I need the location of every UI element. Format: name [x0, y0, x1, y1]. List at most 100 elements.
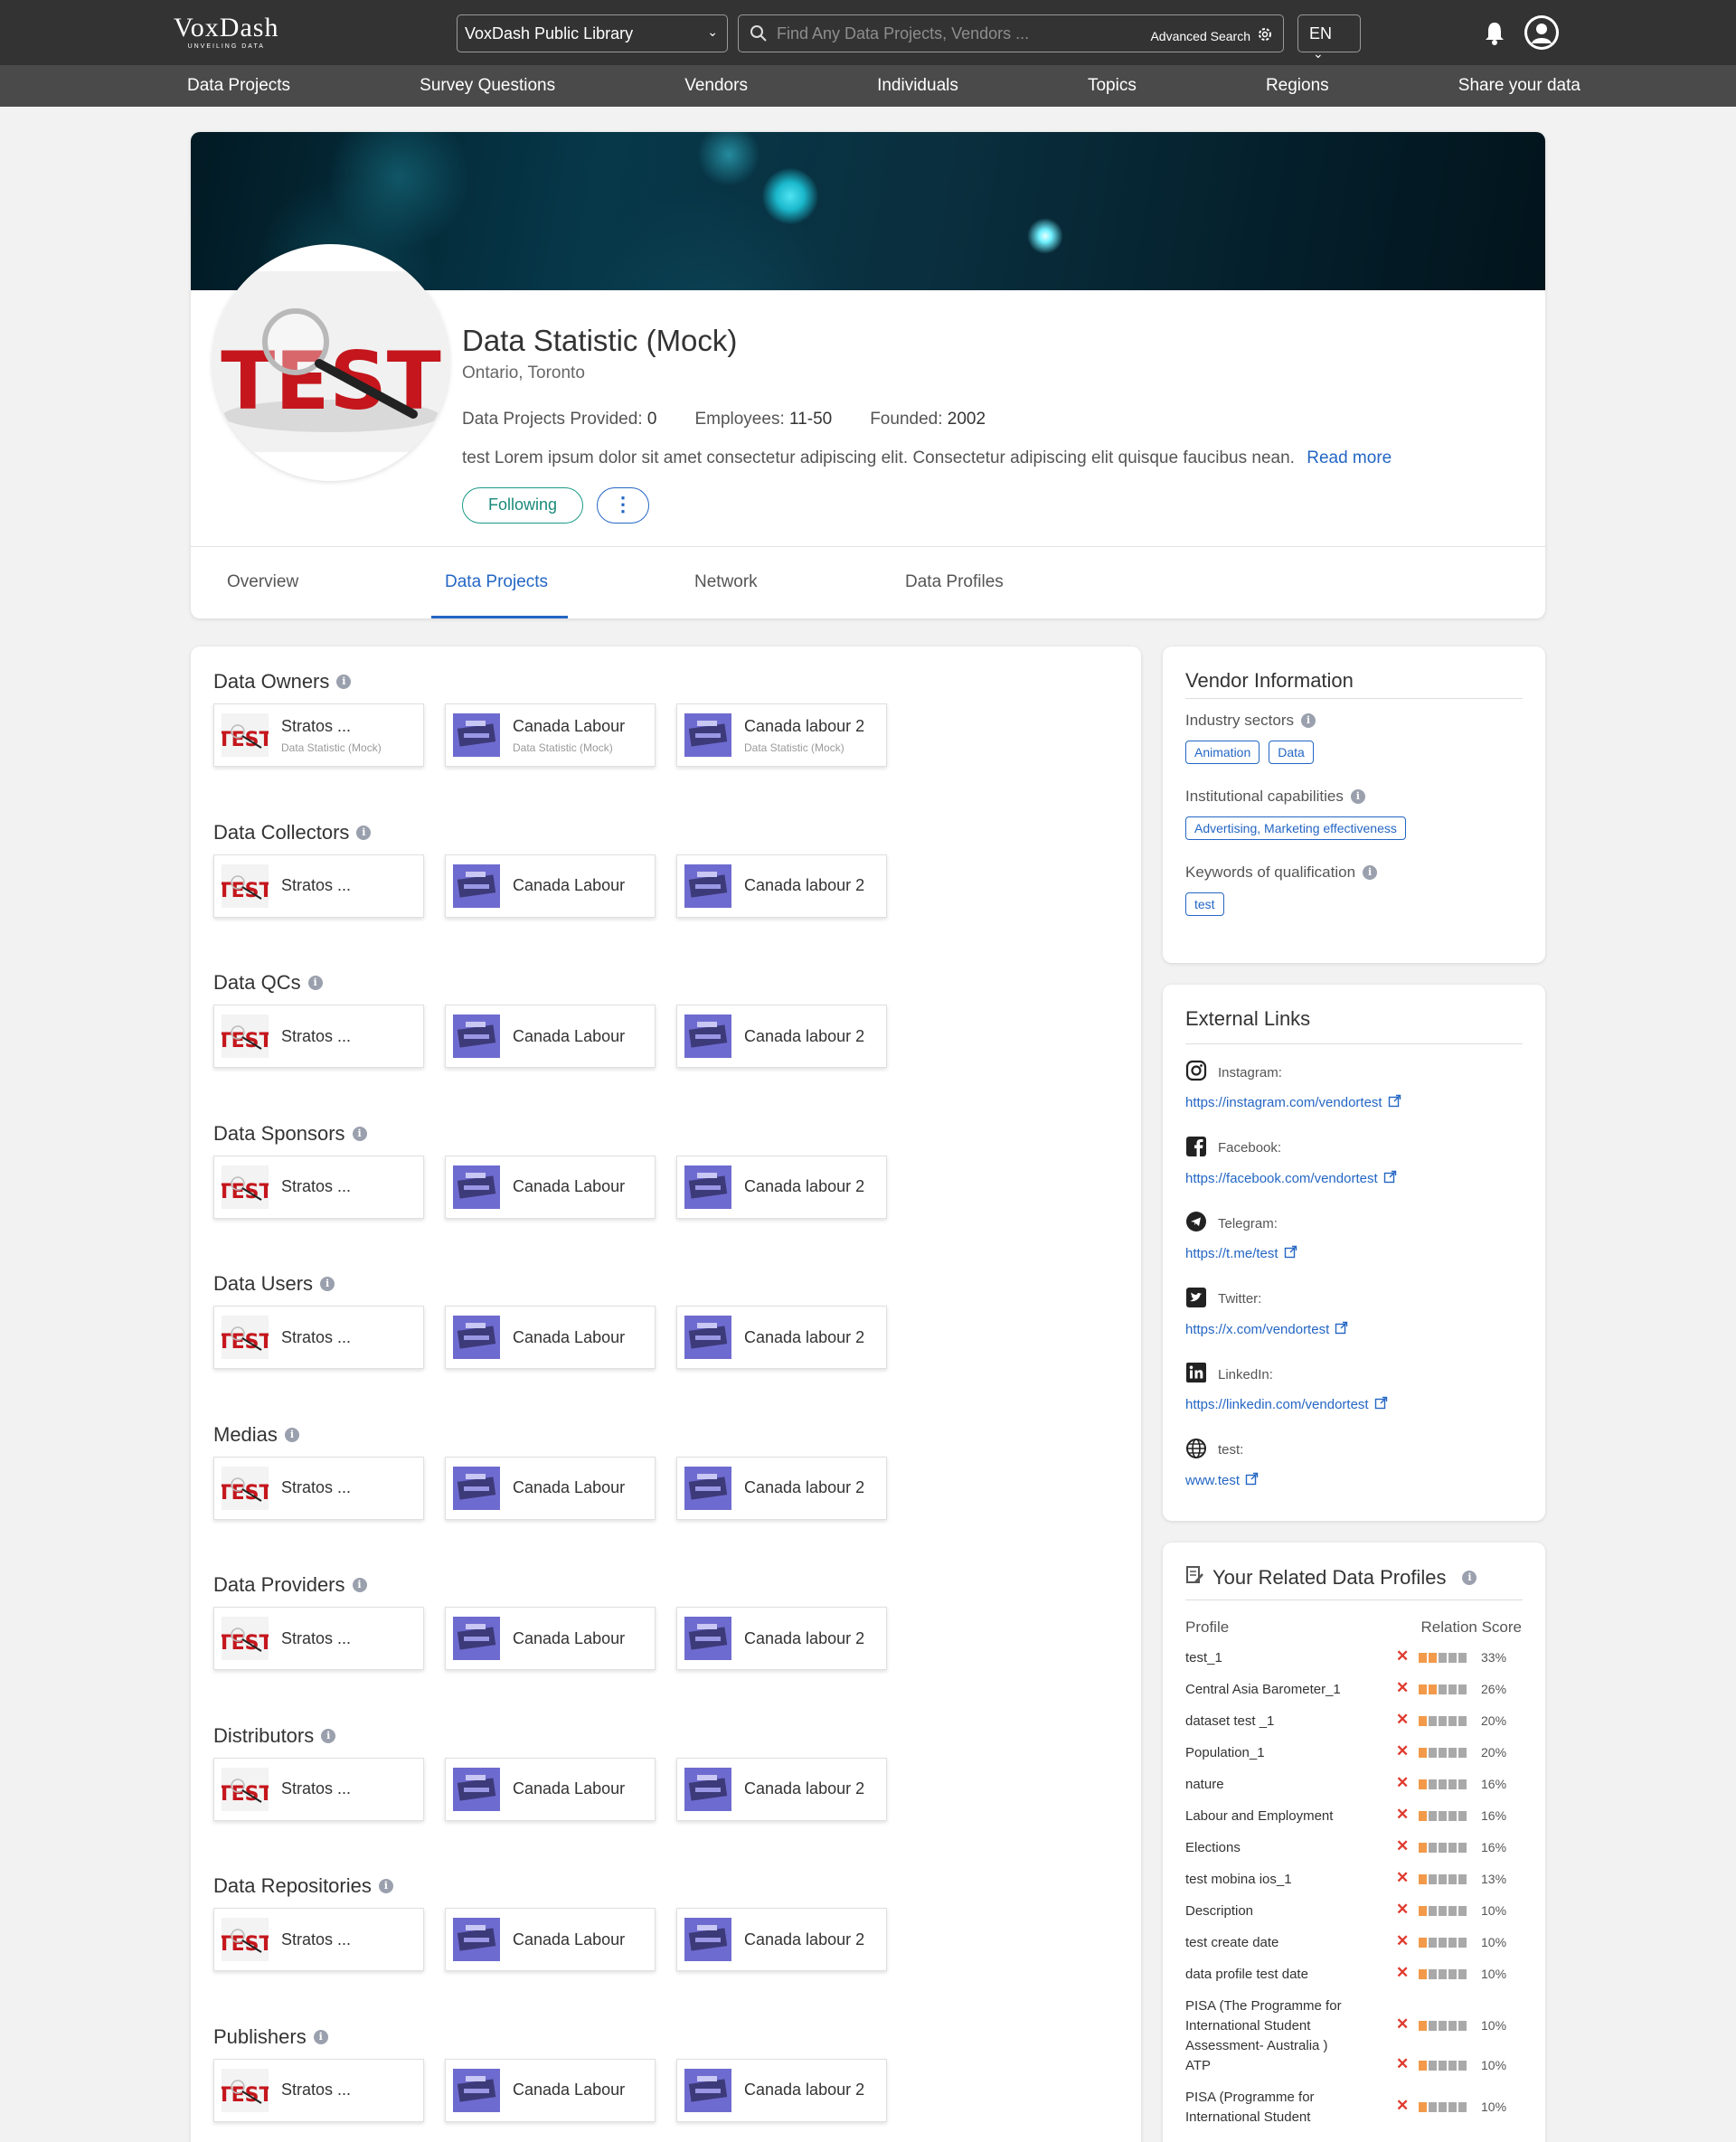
project-tile[interactable]: TEST Stratos ... Data Statistic (Mock) [213, 703, 424, 767]
profile-name[interactable]: Population_1 [1185, 1743, 1384, 1763]
info-icon[interactable]: i [284, 1427, 299, 1442]
project-tile[interactable]: Canada Labour [445, 854, 656, 918]
project-tile[interactable]: Canada Labour [445, 1908, 656, 1971]
project-tile[interactable]: Canada Labour [445, 1306, 656, 1369]
project-tile[interactable]: Canada Labour [445, 1607, 656, 1670]
info-icon[interactable]: i [321, 1728, 336, 1743]
profile-name[interactable]: Description [1185, 1901, 1384, 1921]
chip-advertising[interactable]: Advertising, Marketing effectiveness [1185, 816, 1406, 840]
project-tile[interactable]: Canada labour 2 Data Statistic (Mock) [676, 703, 887, 767]
profile-name[interactable]: ATP [1185, 2056, 1384, 2076]
profile-name[interactable]: PISA (The Programme for International St… [1185, 1996, 1384, 2056]
dismiss-icon[interactable]: ✕ [1396, 1806, 1409, 1824]
project-tile[interactable]: Canada Labour [445, 1456, 656, 1520]
language-select[interactable]: EN ⌄ [1297, 14, 1361, 61]
nav-share-your-data[interactable]: Share your data [1458, 76, 1580, 96]
dismiss-icon[interactable]: ✕ [1396, 2055, 1409, 2073]
project-tile[interactable]: Canada labour 2 [676, 854, 887, 918]
info-icon[interactable]: i [1301, 713, 1316, 728]
dismiss-icon[interactable]: ✕ [1396, 2015, 1409, 2033]
project-tile[interactable]: TEST Stratos ... [213, 1306, 424, 1369]
info-icon[interactable]: i [378, 1879, 393, 1893]
tab-data-projects[interactable]: Data Projects [445, 572, 548, 592]
more-options-button[interactable]: ⋮ [597, 487, 649, 524]
project-tile[interactable]: Canada labour 2 [676, 1155, 887, 1219]
dismiss-icon[interactable]: ✕ [1396, 1932, 1409, 1950]
nav-vendors[interactable]: Vendors [684, 76, 748, 96]
project-tile[interactable]: Canada Labour [445, 1757, 656, 1821]
profile-name[interactable]: test create date [1185, 1933, 1384, 1953]
dismiss-icon[interactable]: ✕ [1396, 1901, 1409, 1919]
project-tile[interactable]: Canada labour 2 [676, 1757, 887, 1821]
project-tile[interactable]: TEST Stratos ... [213, 1005, 424, 1068]
project-tile[interactable]: Canada labour 2 [676, 1456, 887, 1520]
profile-name[interactable]: test_1 [1185, 1648, 1384, 1668]
tab-data-profiles[interactable]: Data Profiles [905, 572, 1004, 592]
dismiss-icon[interactable]: ✕ [1396, 1837, 1409, 1855]
info-icon[interactable]: i [356, 825, 372, 840]
nav-survey-questions[interactable]: Survey Questions [420, 76, 555, 96]
search-input[interactable] [777, 23, 1075, 44]
project-tile[interactable]: TEST Stratos ... [213, 1908, 424, 1971]
bell-icon[interactable] [1483, 20, 1506, 50]
info-icon[interactable]: i [307, 976, 323, 990]
advanced-search-button[interactable]: Advanced Search [1150, 25, 1274, 46]
project-tile[interactable]: Canada labour 2 [676, 1306, 887, 1369]
profile-name[interactable]: dataset test _1 [1185, 1712, 1384, 1732]
project-tile[interactable]: Canada Labour [445, 2058, 656, 2122]
dismiss-icon[interactable]: ✕ [1396, 1869, 1409, 1887]
profile-name[interactable]: data profile test date [1185, 1965, 1384, 1985]
project-tile[interactable]: Canada Labour [445, 1005, 656, 1068]
user-avatar-icon[interactable] [1524, 15, 1559, 50]
dismiss-icon[interactable]: ✕ [1396, 1711, 1409, 1729]
nav-data-projects[interactable]: Data Projects [187, 76, 290, 96]
dismiss-icon[interactable]: ✕ [1396, 1679, 1409, 1697]
info-icon[interactable]: i [1462, 1571, 1477, 1585]
project-tile[interactable]: Canada Labour Data Statistic (Mock) [445, 703, 656, 767]
project-tile[interactable]: TEST Stratos ... [213, 2058, 424, 2122]
link-url[interactable]: https://linkedin.com/vendortest [1185, 1396, 1388, 1413]
project-tile[interactable]: TEST Stratos ... [213, 1155, 424, 1219]
project-tile[interactable]: Canada labour 2 [676, 1005, 887, 1068]
chip-animation[interactable]: Animation [1185, 741, 1260, 764]
voxdash-logo[interactable]: VoxDash UNVEILING DATA [174, 14, 278, 51]
info-icon[interactable]: i [352, 1126, 367, 1141]
info-icon[interactable]: i [320, 1277, 335, 1291]
link-url[interactable]: www.test [1185, 1472, 1259, 1489]
tab-overview[interactable]: Overview [227, 572, 298, 592]
link-url[interactable]: https://instagram.com/vendortest [1185, 1094, 1401, 1111]
info-icon[interactable]: i [1350, 789, 1365, 804]
library-select[interactable]: VoxDash Public Library ⌄ [457, 14, 728, 52]
link-url[interactable]: https://t.me/test [1185, 1245, 1297, 1262]
project-tile[interactable]: Canada labour 2 [676, 1908, 887, 1971]
chip-test[interactable]: test [1185, 892, 1224, 916]
nav-regions[interactable]: Regions [1266, 76, 1329, 96]
dismiss-icon[interactable]: ✕ [1396, 2097, 1409, 2115]
project-tile[interactable]: Canada Labour [445, 1155, 656, 1219]
profile-name[interactable]: nature [1185, 1775, 1384, 1795]
following-button[interactable]: Following [462, 487, 583, 524]
profile-name[interactable]: Central Asia Barometer_1 [1185, 1680, 1384, 1700]
info-icon[interactable]: i [1363, 865, 1378, 880]
profile-name[interactable]: test mobina ios_1 [1185, 1870, 1384, 1890]
dismiss-icon[interactable]: ✕ [1396, 1774, 1409, 1792]
link-url[interactable]: https://x.com/vendortest [1185, 1321, 1348, 1338]
info-icon[interactable]: i [336, 675, 352, 689]
project-tile[interactable]: TEST Stratos ... [213, 1456, 424, 1520]
project-tile[interactable]: Canada labour 2 [676, 2058, 887, 2122]
chip-data[interactable]: Data [1269, 741, 1314, 764]
dismiss-icon[interactable]: ✕ [1396, 1742, 1409, 1760]
nav-individuals[interactable]: Individuals [877, 76, 958, 96]
profile-name[interactable]: Elections [1185, 1838, 1384, 1858]
project-tile[interactable]: TEST Stratos ... [213, 854, 424, 918]
dismiss-icon[interactable]: ✕ [1396, 1647, 1409, 1665]
project-tile[interactable]: TEST Stratos ... [213, 1607, 424, 1670]
info-icon[interactable]: i [313, 2029, 328, 2044]
profile-name[interactable]: Labour and Employment [1185, 1807, 1384, 1826]
project-tile[interactable]: TEST Stratos ... [213, 1757, 424, 1821]
nav-topics[interactable]: Topics [1088, 76, 1137, 96]
read-more-link[interactable]: Read more [1307, 448, 1392, 467]
tab-network[interactable]: Network [694, 572, 758, 592]
info-icon[interactable]: i [352, 1578, 367, 1592]
link-url[interactable]: https://facebook.com/vendortest [1185, 1170, 1397, 1187]
